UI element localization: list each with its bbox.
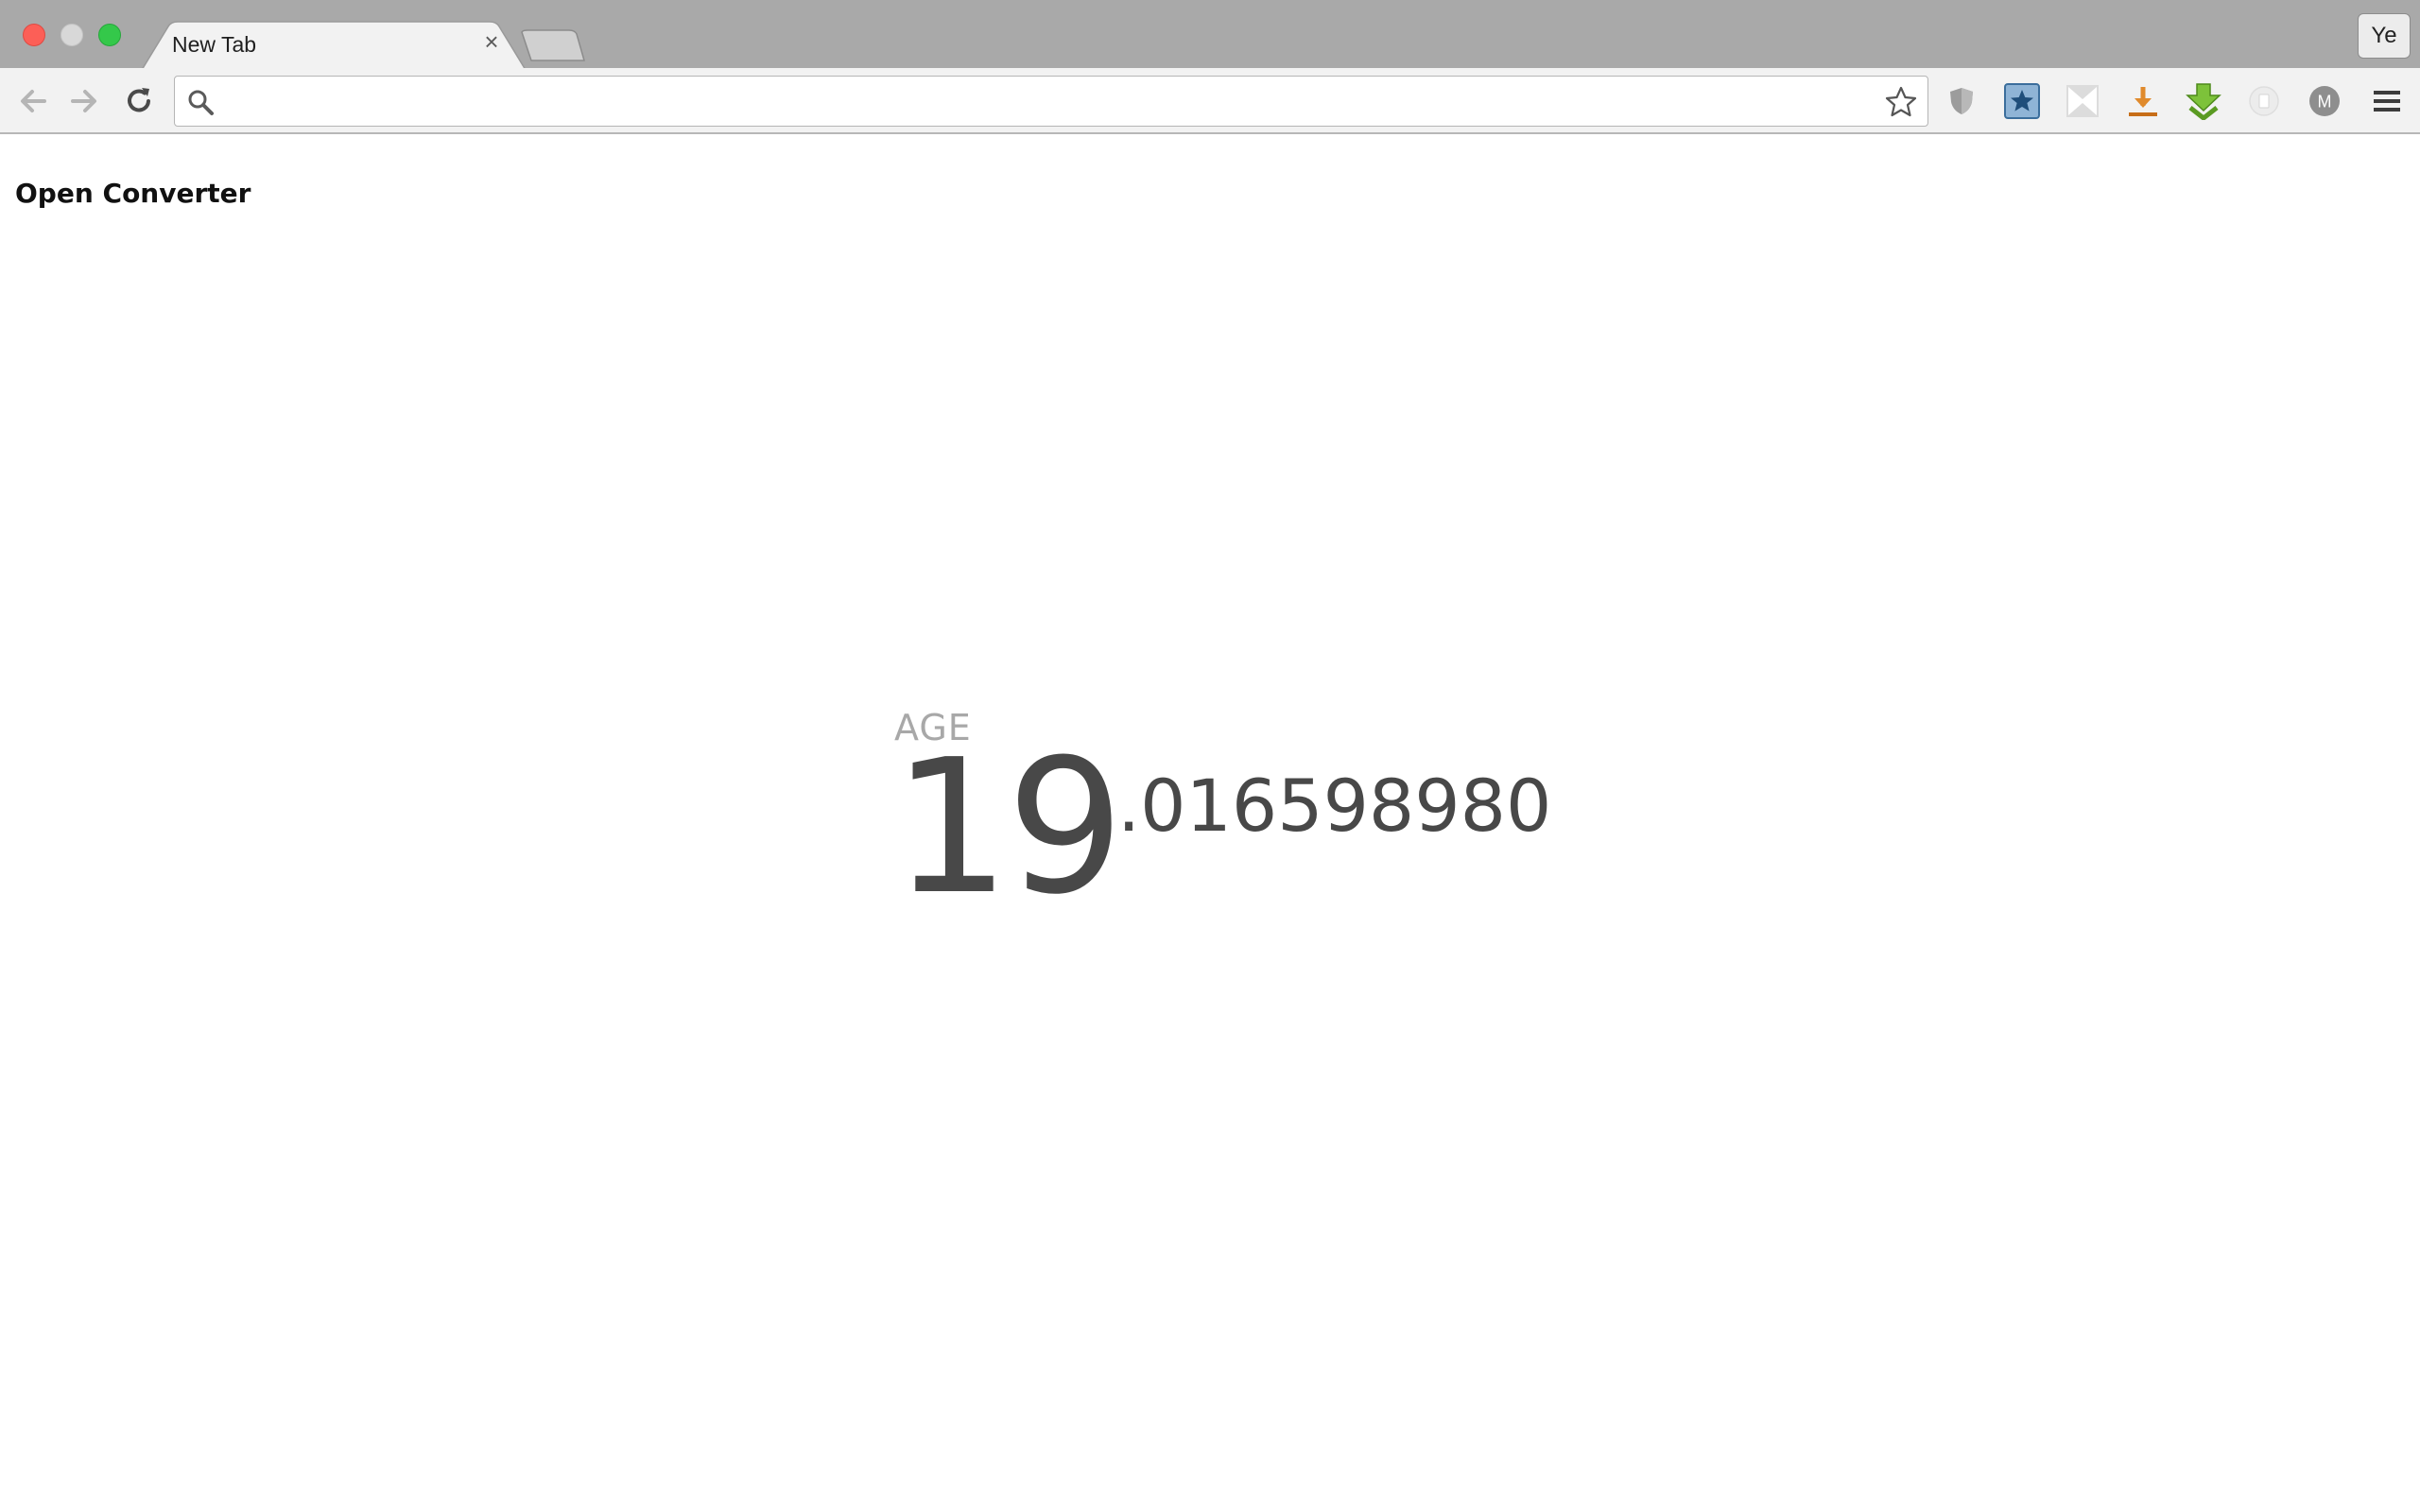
reload-icon [128, 88, 150, 112]
forward-arrow-icon [71, 90, 96, 112]
bookmark-star-icon[interactable] [1884, 85, 1918, 119]
tab-close-icon[interactable]: × [480, 29, 503, 54]
shield-icon [1950, 88, 1973, 114]
bowtie-extension-button[interactable] [2063, 81, 2102, 121]
address-bar[interactable] [174, 76, 1928, 127]
circle-extension-button[interactable] [2244, 81, 2284, 121]
window-close-button[interactable] [23, 24, 45, 46]
address-input[interactable] [228, 82, 1854, 120]
chrome-menu-button[interactable] [2367, 81, 2407, 121]
page-content: Open Converter AGE 19 .016598980 [0, 136, 2420, 1512]
window-minimize-button[interactable] [60, 24, 83, 46]
search-icon [188, 90, 214, 115]
forward-button[interactable] [64, 81, 104, 121]
blue-star-icon [2004, 83, 2040, 119]
bow-tie-icon [2066, 85, 2099, 117]
reload-button[interactable] [119, 81, 159, 121]
green-arrow-icon [2186, 83, 2221, 120]
shield-extension-button[interactable] [1942, 81, 1981, 121]
age-integer: 19 [892, 720, 1124, 936]
back-arrow-icon [21, 90, 46, 112]
m-avatar-letter: M [2318, 93, 2332, 112]
bookmarks-extension-button[interactable] [2002, 81, 2042, 121]
download-icon [2129, 87, 2157, 116]
m-extension-button[interactable]: M [2305, 81, 2344, 121]
tab-strip: New Tab × Ye [0, 0, 2420, 70]
browser-toolbar: M [0, 68, 2420, 134]
age-fraction: .016598980 [1117, 764, 1552, 848]
tab-title: New Tab [172, 32, 257, 57]
m-avatar-icon: M [2309, 86, 2340, 116]
profile-button[interactable]: Ye [2358, 13, 2411, 59]
window-maximize-button[interactable] [98, 24, 121, 46]
new-tab-button[interactable] [518, 28, 586, 62]
green-arrow-extension-button[interactable] [2184, 81, 2223, 121]
back-button[interactable] [13, 81, 53, 121]
circle-extension-icon [2249, 86, 2279, 116]
download-extension-button[interactable] [2123, 81, 2163, 121]
open-converter-link[interactable]: Open Converter [15, 178, 251, 209]
menu-icon [2374, 91, 2400, 112]
